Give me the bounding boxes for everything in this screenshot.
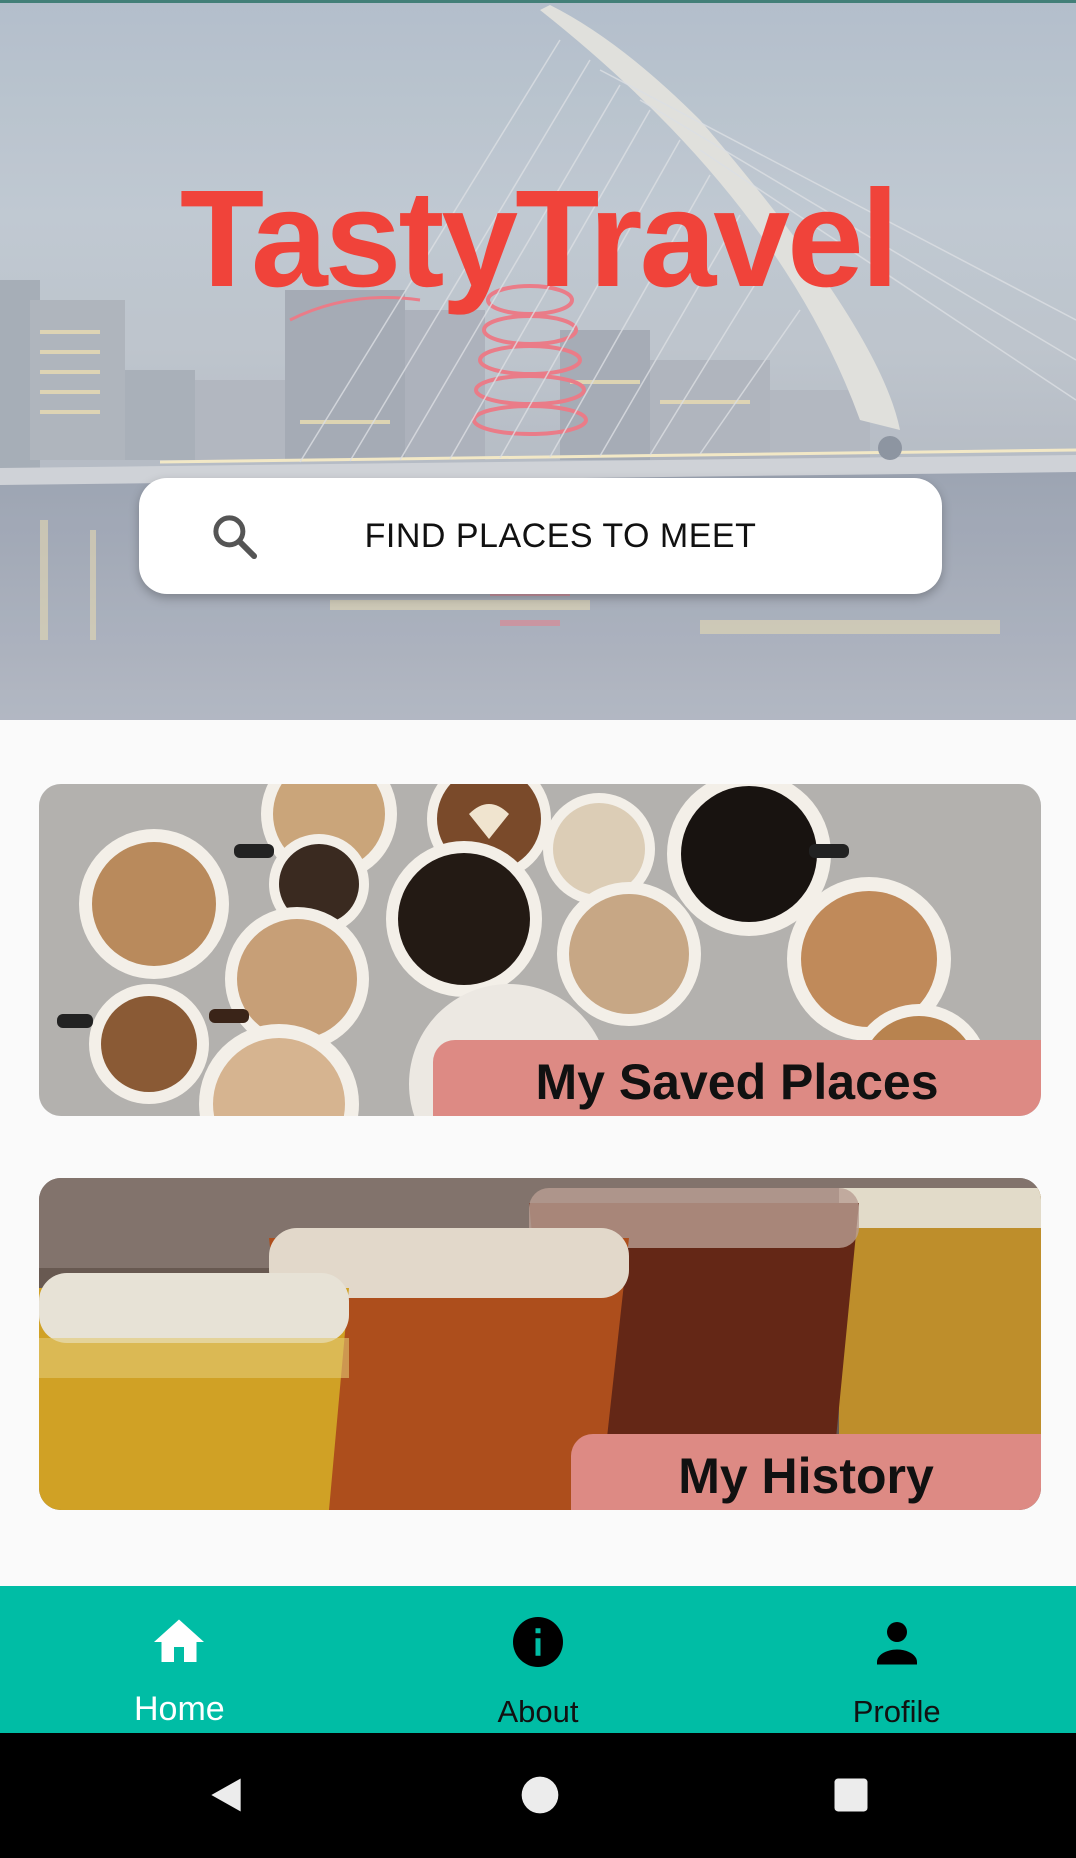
system-home-button[interactable] [480,1733,600,1858]
search-label: FIND PLACES TO MEET [364,517,757,555]
app-title: TastyTravel [179,162,899,316]
nav-item-home[interactable]: Home [0,1586,359,1733]
nav-label-about: About [497,1694,579,1729]
recents-icon [834,1778,868,1812]
bottom-navigation: Home About Profile [0,1586,1076,1733]
info-icon [513,1617,563,1667]
person-icon [876,1622,917,1665]
home-icon [154,1619,205,1662]
system-navigation-bar [0,1733,1076,1858]
home-circle-icon [521,1776,559,1814]
back-icon [211,1778,241,1812]
nav-item-about[interactable]: About [359,1586,718,1733]
nav-label-home: Home [133,1690,225,1728]
nav-item-profile[interactable]: Profile [717,1586,1076,1733]
my-saved-places-label: My Saved Places [433,1040,1041,1116]
my-history-label: My History [571,1434,1041,1510]
dublin-bridge-background-image [0,0,1076,720]
my-saved-places-card[interactable]: My Saved Places [39,784,1041,1116]
nav-label-profile: Profile [852,1694,941,1729]
hero-banner: TastyTravel FIND PLACES TO MEET [0,0,1076,720]
system-back-button[interactable] [166,1733,286,1858]
home-screen: TastyTravel FIND PLACES TO MEET My Saved… [0,0,1076,1858]
system-recents-button[interactable] [791,1733,911,1858]
my-history-card[interactable]: My History [39,1178,1041,1510]
